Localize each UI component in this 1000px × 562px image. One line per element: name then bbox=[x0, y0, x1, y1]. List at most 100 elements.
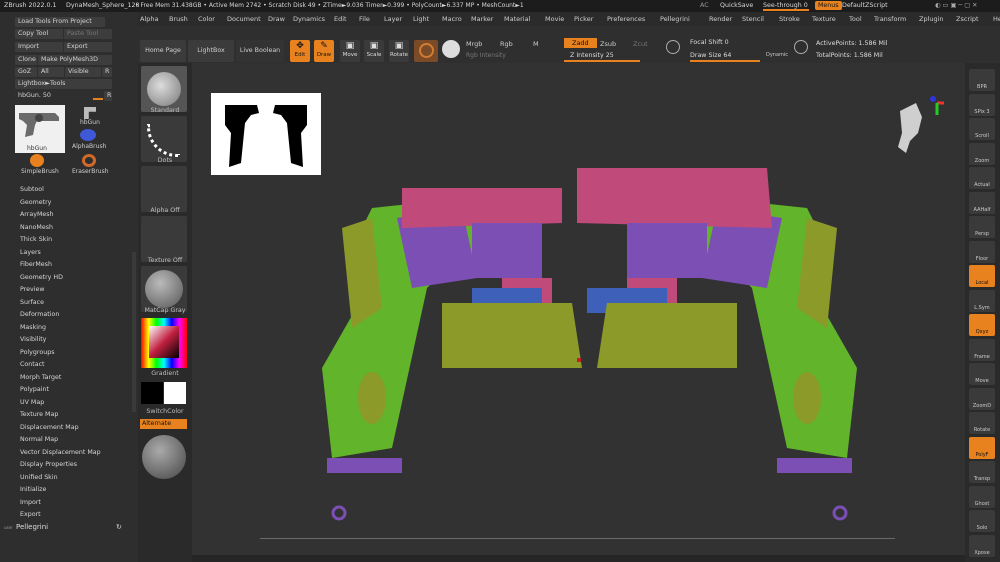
all-button[interactable]: All bbox=[38, 67, 64, 77]
copy-tool-button[interactable]: Copy Tool bbox=[15, 29, 63, 39]
menu-macro[interactable]: Macro bbox=[442, 15, 462, 23]
right-spix-3-button[interactable]: SPix 3 bbox=[969, 93, 995, 116]
palette-subtool[interactable]: Subtool bbox=[20, 186, 44, 193]
right-xpose-button[interactable]: Xpose bbox=[969, 534, 995, 557]
m-button[interactable]: M bbox=[533, 40, 539, 48]
menu-picker[interactable]: Picker bbox=[574, 15, 593, 23]
menu-texture[interactable]: Texture bbox=[812, 15, 836, 23]
draw-size-slider[interactable]: Draw Size 64 bbox=[690, 52, 731, 59]
alpha-tile[interactable] bbox=[141, 166, 187, 212]
standard-brush-tile[interactable] bbox=[141, 66, 187, 112]
default-zscript-button[interactable]: DefaultZScript bbox=[842, 2, 888, 9]
right-l-sym-button[interactable]: L.Sym bbox=[969, 289, 995, 312]
zcut-button[interactable]: Zcut bbox=[633, 40, 648, 48]
palette-geometry[interactable]: Geometry bbox=[20, 199, 51, 206]
edit-button[interactable]: ✥ Edit bbox=[290, 40, 310, 62]
palette-layers[interactable]: Layers bbox=[20, 249, 41, 256]
switchcolor-label[interactable]: SwitchColor bbox=[138, 408, 192, 415]
paste-tool-button[interactable]: Paste Tool bbox=[64, 29, 112, 39]
menu-zplugin[interactable]: Zplugin bbox=[919, 15, 944, 23]
right-bpr-button[interactable]: BPR bbox=[969, 69, 995, 91]
right-solo-button[interactable]: Solo bbox=[969, 510, 995, 532]
palette-polypaint[interactable]: Polypaint bbox=[20, 386, 49, 393]
color-sphere-icon[interactable] bbox=[442, 40, 460, 58]
draw-size-track[interactable] bbox=[690, 60, 760, 62]
menu-preferences[interactable]: Preferences bbox=[607, 15, 645, 23]
right-transp-button[interactable]: Transp bbox=[969, 461, 995, 483]
make-polymesh-button[interactable]: Make PolyMesh3D bbox=[38, 55, 112, 65]
material-sphere-button[interactable] bbox=[414, 40, 438, 62]
palette-morph-target[interactable]: Morph Target bbox=[20, 374, 61, 381]
secondary-color-swatch[interactable] bbox=[164, 382, 186, 404]
alphabrush-icon[interactable] bbox=[80, 129, 96, 141]
palette-nanomesh[interactable]: NanoMesh bbox=[20, 224, 53, 231]
palette-contact[interactable]: Contact bbox=[20, 361, 45, 368]
menu-file[interactable]: File bbox=[359, 15, 370, 23]
menu-stroke[interactable]: Stroke bbox=[779, 15, 800, 23]
navigation-head-gizmo[interactable] bbox=[892, 93, 952, 163]
palette-thick-skin[interactable]: Thick Skin bbox=[20, 236, 52, 243]
menu-alpha[interactable]: Alpha bbox=[140, 15, 158, 23]
menu-material[interactable]: Material bbox=[504, 15, 530, 23]
alternate-button[interactable]: Alternate bbox=[140, 419, 187, 429]
menu-zscript[interactable]: Zscript bbox=[956, 15, 979, 23]
menu-layer[interactable]: Layer bbox=[384, 15, 402, 23]
palette-deformation[interactable]: Deformation bbox=[20, 311, 59, 318]
menu-pellegrini[interactable]: Pellegrini bbox=[660, 15, 690, 23]
menu-document[interactable]: Document bbox=[227, 15, 261, 23]
right-polyf-button[interactable]: PolyF bbox=[969, 436, 995, 459]
palette-texture-map[interactable]: Texture Map bbox=[20, 411, 58, 418]
color-picker-square[interactable] bbox=[149, 326, 179, 358]
lightbox-tools-button[interactable]: Lightbox►Tools bbox=[15, 79, 112, 89]
palette-vector-displacement-map[interactable]: Vector Displacement Map bbox=[20, 449, 101, 456]
load-tools-button[interactable]: Load Tools From Project bbox=[15, 17, 105, 27]
menu-brush[interactable]: Brush bbox=[169, 15, 188, 23]
menu-movie[interactable]: Movie bbox=[545, 15, 564, 23]
texture-tile[interactable] bbox=[141, 216, 187, 262]
palette-uv-map[interactable]: UV Map bbox=[20, 399, 44, 406]
right-persp-button[interactable]: Persp bbox=[969, 216, 995, 238]
palette-fibermesh[interactable]: FiberMesh bbox=[20, 261, 52, 268]
palette-preview[interactable]: Preview bbox=[20, 286, 45, 293]
hbgun-slider[interactable]: hbGun. 50 bbox=[15, 91, 103, 101]
clone-button[interactable]: Clone bbox=[15, 55, 37, 65]
canvas-viewport[interactable] bbox=[192, 63, 965, 555]
right-frame-button[interactable]: Frame bbox=[969, 338, 995, 361]
palette-normal-map[interactable]: Normal Map bbox=[20, 436, 58, 443]
hbgun-slider-track[interactable] bbox=[93, 98, 103, 100]
zsub-button[interactable]: Zsub bbox=[600, 40, 616, 48]
palette-geometry-hd[interactable]: Geometry HD bbox=[20, 274, 63, 281]
z-intensity-track[interactable] bbox=[564, 60, 640, 62]
dynamic-button[interactable]: Dynamic bbox=[766, 52, 788, 58]
color-picker[interactable] bbox=[141, 318, 187, 368]
menu-color[interactable]: Color bbox=[198, 15, 215, 23]
menu-edit[interactable]: Edit bbox=[334, 15, 347, 23]
right-zoom-button[interactable]: Zoom bbox=[969, 142, 995, 165]
left-revolver-model[interactable] bbox=[292, 128, 612, 528]
menu-draw[interactable]: Draw bbox=[268, 15, 285, 23]
right-zoomd-button[interactable]: ZoomD bbox=[969, 387, 995, 410]
menu-tool[interactable]: Tool bbox=[849, 15, 862, 23]
palette-initialize[interactable]: Initialize bbox=[20, 486, 46, 493]
focal-shift-slider[interactable]: Focal Shift 0 bbox=[690, 39, 729, 46]
ac-label[interactable]: AC bbox=[700, 2, 709, 9]
rgb-button[interactable]: Rgb bbox=[500, 40, 513, 48]
r-button[interactable]: R bbox=[102, 67, 112, 77]
export-button[interactable]: Export bbox=[64, 42, 112, 52]
right-qxyz-button[interactable]: Qxyz bbox=[969, 314, 995, 336]
d-sphere-icon[interactable] bbox=[794, 40, 808, 54]
see-through-slider[interactable]: See-through 0 bbox=[763, 2, 808, 9]
visible-button[interactable]: Visible bbox=[65, 67, 101, 77]
r-small-button[interactable]: R bbox=[104, 91, 112, 101]
menu-light[interactable]: Light bbox=[413, 15, 429, 23]
window-controls[interactable]: ◐ ▭ ▣ ─ ▢ ✕ bbox=[935, 2, 977, 9]
simplebrush-icon[interactable] bbox=[30, 154, 44, 167]
live-boolean-button[interactable]: Live Boolean bbox=[236, 40, 284, 62]
menu-render[interactable]: Render bbox=[709, 15, 732, 23]
palette-masking[interactable]: Masking bbox=[20, 324, 46, 331]
menu-dynamics[interactable]: Dynamics bbox=[293, 15, 325, 23]
goz-button[interactable]: GoZ bbox=[15, 67, 37, 77]
move-button[interactable]: ▣ Move bbox=[340, 40, 360, 62]
zadd-button[interactable]: Zadd bbox=[564, 38, 597, 48]
home-page-button[interactable]: Home Page bbox=[140, 40, 186, 62]
